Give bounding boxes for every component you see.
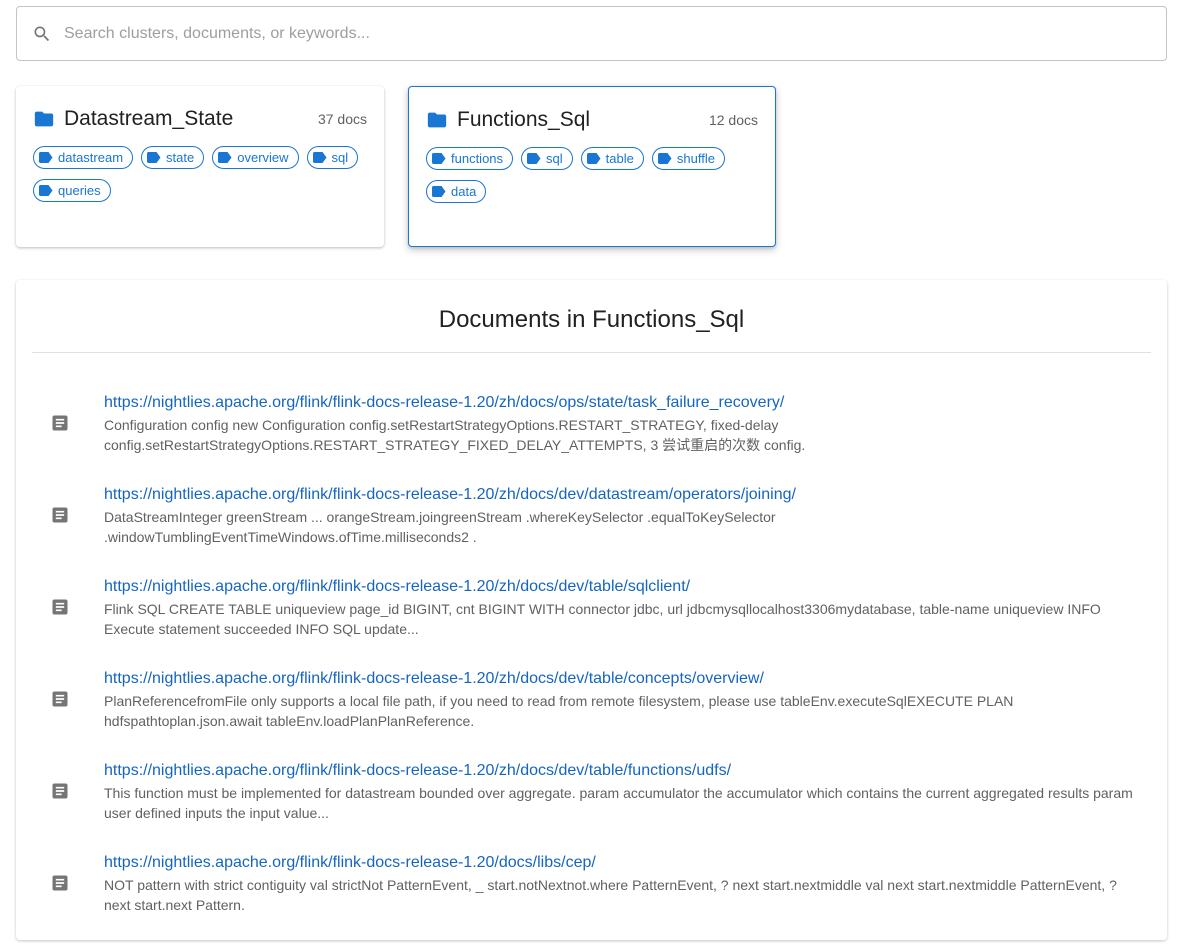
cluster-doc-count: 12 docs [708, 112, 758, 128]
tag-label: sql [546, 151, 563, 166]
list-item: https://nightlies.apache.org/flink/flink… [16, 853, 1167, 945]
tag-icon [39, 152, 53, 163]
document-icon [50, 505, 70, 525]
tag-icon [527, 153, 541, 164]
tag-icon [586, 153, 601, 164]
documents-panel: Documents in Functions_Sql https://night… [16, 280, 1167, 940]
tag-label: sql [331, 150, 349, 165]
tag-label: state [166, 150, 195, 165]
cluster-card-header: Datastream_State 37 docs [33, 106, 367, 132]
cluster-title: Functions_Sql [457, 108, 591, 131]
document-icon [50, 413, 70, 433]
list-item: https://nightlies.apache.org/flink/flink… [16, 669, 1167, 761]
tag-chip[interactable]: sql [521, 147, 573, 170]
tag-icon [657, 153, 672, 164]
list-item: https://nightlies.apache.org/flink/flink… [16, 485, 1167, 577]
document-link[interactable]: https://nightlies.apache.org/flink/flink… [104, 577, 1167, 597]
tag-label: functions [451, 151, 504, 166]
tag-label: queries [58, 183, 101, 198]
document-icon [50, 781, 70, 801]
list-item: https://nightlies.apache.org/flink/flink… [16, 761, 1167, 853]
document-snippet: NOT pattern with strict contiguity val s… [104, 877, 1117, 913]
tag-chip[interactable]: queries [33, 179, 111, 202]
tag-label: table [605, 151, 634, 166]
folder-icon [426, 109, 448, 131]
document-link[interactable]: https://nightlies.apache.org/flink/flink… [104, 761, 1167, 781]
tag-label: data [451, 184, 477, 199]
document-snippet: Flink SQL CREATE TABLE uniqueview page_i… [104, 601, 1101, 637]
document-snippet: PlanReferencefromFile only supports a lo… [104, 693, 1014, 729]
document-icon [50, 597, 70, 617]
document-snippet: DataStreamInteger greenStream ... orange… [104, 509, 776, 545]
search-input[interactable] [64, 24, 1144, 43]
search-bar[interactable] [16, 6, 1167, 61]
tag-chip[interactable]: functions [426, 147, 514, 170]
cluster-card-header: Functions_Sql 12 docs [426, 107, 758, 133]
tag-icon [147, 152, 161, 163]
tag-chip[interactable]: data [426, 180, 487, 203]
cluster-tags: functions sql table shuffle data [426, 147, 758, 203]
document-link[interactable]: https://nightlies.apache.org/flink/flink… [104, 853, 1167, 873]
document-link[interactable]: https://nightlies.apache.org/flink/flink… [104, 485, 1167, 505]
cluster-title: Datastream_State [64, 107, 234, 130]
tag-icon [312, 152, 327, 163]
folder-icon [33, 108, 55, 130]
tag-chip[interactable]: overview [212, 146, 299, 169]
tag-chip[interactable]: table [580, 147, 644, 170]
tag-label: datastream [58, 150, 124, 165]
document-link[interactable]: https://nightlies.apache.org/flink/flink… [104, 669, 1167, 689]
tag-icon [432, 153, 446, 164]
tag-icon [218, 152, 232, 163]
tag-chip[interactable]: state [141, 146, 205, 169]
cluster-doc-count: 37 docs [317, 111, 367, 127]
list-item: https://nightlies.apache.org/flink/flink… [16, 393, 1167, 485]
documents-panel-title: Documents in Functions_Sql [438, 306, 745, 333]
list-item: https://nightlies.apache.org/flink/flink… [16, 577, 1167, 669]
tag-chip[interactable]: sql [306, 146, 359, 169]
document-icon [50, 689, 70, 709]
document-snippet: This function must be implemented for da… [104, 785, 1133, 821]
tag-chip[interactable]: shuffle [651, 147, 725, 170]
document-snippet: Configuration config new Configuration c… [104, 417, 806, 453]
tag-icon [39, 185, 53, 196]
tag-label: shuffle [676, 151, 715, 166]
search-icon [31, 23, 53, 45]
document-list: https://nightlies.apache.org/flink/flink… [16, 393, 1167, 945]
tag-label: overview [237, 150, 289, 165]
cluster-card-datastream-state[interactable]: Datastream_State 37 docs datastream stat… [16, 86, 384, 247]
cluster-card-functions-sql[interactable]: Functions_Sql 12 docs functions sql tabl… [408, 86, 776, 247]
cluster-tags: datastream state overview sql queries [33, 146, 367, 202]
tag-chip[interactable]: datastream [33, 146, 134, 169]
document-icon [50, 873, 70, 893]
tag-icon [432, 186, 446, 197]
document-link[interactable]: https://nightlies.apache.org/flink/flink… [104, 393, 1167, 413]
divider [32, 352, 1151, 353]
